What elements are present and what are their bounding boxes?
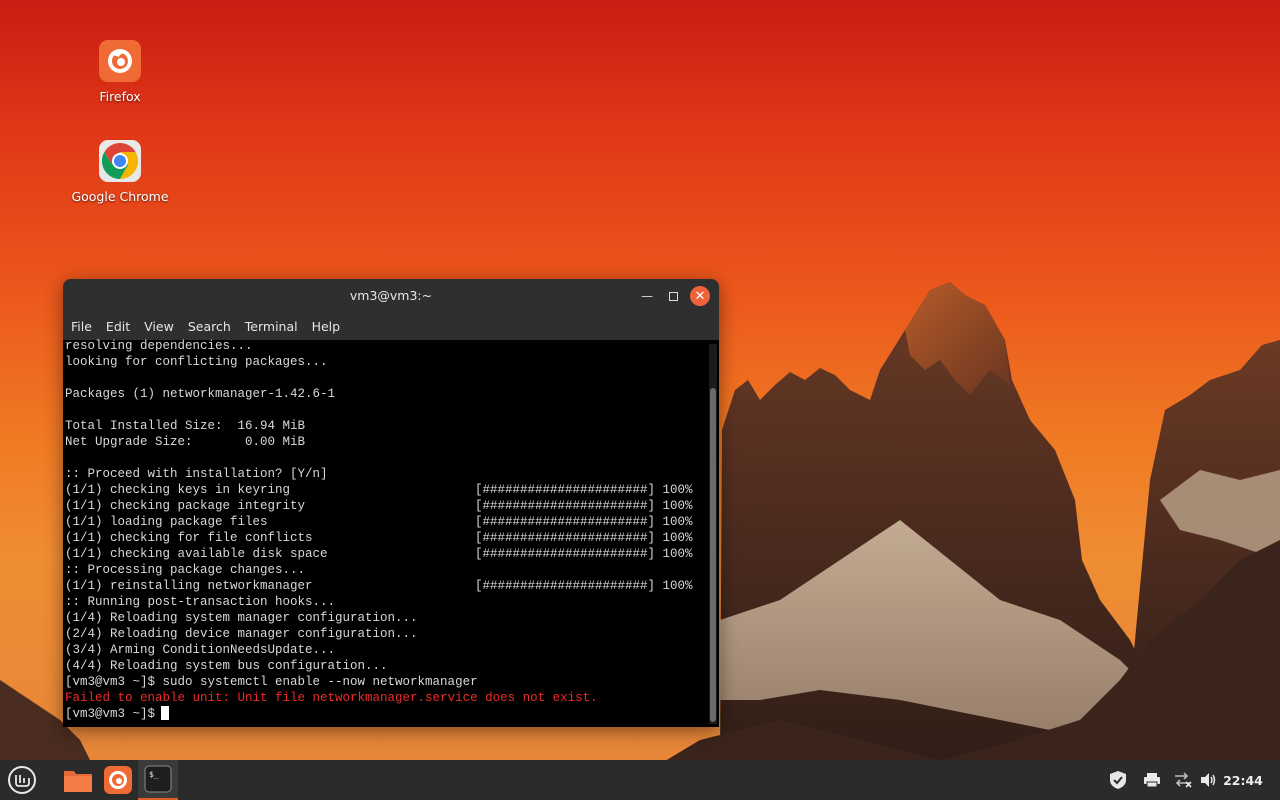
terminal-line-text: (1/1) checking keys in keyring	[65, 483, 291, 497]
terminal-progress-bar: [######################] 100%	[475, 483, 693, 497]
terminal-line-text: Total Installed Size: 16.94 MiB	[65, 419, 306, 433]
terminal-line-text: looking for conflicting packages...	[65, 355, 328, 369]
terminal-line	[65, 370, 705, 386]
close-button[interactable]: ✕	[690, 286, 710, 306]
terminal-line: (4/4) Reloading system bus configuration…	[65, 658, 705, 674]
terminal-icon: $_	[144, 765, 172, 793]
terminal-line-text: (1/1) reinstalling networkmanager	[65, 579, 313, 593]
terminal-line: resolving dependencies...	[65, 338, 705, 354]
terminal-prompt-line[interactable]: [vm3@vm3 ~]$	[65, 706, 705, 722]
folder-icon	[64, 771, 92, 792]
terminal-progress-bar: [######################] 100%	[475, 579, 693, 593]
shield-icon	[1110, 771, 1126, 789]
desktop-icon-firefox[interactable]: Firefox	[65, 40, 175, 104]
update-manager-tray[interactable]	[1106, 760, 1130, 800]
terminal-line: (1/1) checking package integrity [#######…	[65, 498, 705, 514]
menu-help[interactable]: Help	[312, 319, 355, 334]
maximize-icon	[668, 291, 678, 301]
terminal-progress-bar: [######################] 100%	[475, 499, 693, 513]
network-tray[interactable]	[1170, 760, 1194, 800]
terminal-line: Net Upgrade Size: 0.00 MiB	[65, 434, 705, 450]
scrollbar-thumb[interactable]	[710, 388, 716, 722]
terminal-line: [vm3@vm3 ~]$ sudo systemctl enable --now…	[65, 674, 705, 690]
menu-terminal[interactable]: Terminal	[245, 319, 312, 334]
maximize-button[interactable]	[663, 286, 683, 306]
desktop-icon-label: Google Chrome	[71, 189, 169, 204]
terminal-line: Total Installed Size: 16.94 MiB	[65, 418, 705, 434]
volume-icon	[1201, 773, 1216, 787]
terminal-line-text: Net Upgrade Size: 0.00 MiB	[65, 435, 306, 449]
terminal-line-text	[65, 402, 475, 418]
menu-view[interactable]: View	[144, 319, 188, 334]
menu-edit[interactable]: Edit	[106, 319, 144, 334]
taskbar-files-launcher[interactable]	[58, 760, 98, 800]
terminal-line-text: (1/1) checking package integrity	[65, 499, 306, 513]
menu-search[interactable]: Search	[188, 319, 245, 334]
terminal-text: resolving dependencies... looking for con…	[65, 338, 705, 722]
chrome-icon	[99, 140, 141, 182]
terminal-line: looking for conflicting packages...	[65, 354, 705, 370]
terminal-line: (1/1) checking keys in keyring [#########…	[65, 482, 705, 498]
desktop-icon-label: Firefox	[99, 89, 141, 104]
terminal-error-line: Failed to enable unit: Unit file network…	[65, 691, 598, 705]
menu-file[interactable]: File	[71, 319, 106, 334]
volume-tray[interactable]	[1198, 760, 1220, 800]
terminal-line-text: (1/1) checking available disk space	[65, 547, 328, 561]
terminal-window: vm3@vm3:~ — ✕ File Edit View Search Term…	[63, 279, 719, 727]
printer-tray[interactable]	[1140, 760, 1164, 800]
terminal-line: (2/4) Reloading device manager configura…	[65, 626, 705, 642]
taskbar-terminal-launcher[interactable]: $_	[138, 760, 178, 800]
terminal-line-text: [vm3@vm3 ~]$ sudo systemctl enable --now…	[65, 675, 478, 689]
terminal-line-text: (4/4) Reloading system bus configuration…	[65, 659, 388, 673]
terminal-line	[65, 450, 705, 466]
mint-menu-icon	[8, 766, 36, 794]
terminal-line-text: (1/4) Reloading system manager configura…	[65, 611, 418, 625]
terminal-line: Packages (1) networkmanager-1.42.6-1	[65, 386, 705, 402]
window-title: vm3@vm3:~	[349, 288, 433, 303]
firefox-icon	[99, 40, 141, 82]
svg-text:$_: $_	[149, 770, 159, 779]
terminal-line: (1/1) checking for file conflicts [######…	[65, 530, 705, 546]
terminal-line	[65, 402, 705, 418]
terminal-progress-bar: [######################] 100%	[475, 531, 693, 545]
terminal-line: (1/4) Reloading system manager configura…	[65, 610, 705, 626]
window-titlebar[interactable]: vm3@vm3:~ — ✕	[63, 279, 719, 312]
minimize-button[interactable]: —	[637, 286, 657, 306]
terminal-line: :: Processing package changes...	[65, 562, 705, 578]
terminal-line-text: (3/4) Arming ConditionNeedsUpdate...	[65, 643, 336, 657]
terminal-line-text: resolving dependencies...	[65, 339, 253, 353]
clock[interactable]: 22:44	[1222, 760, 1264, 800]
terminal-cursor	[161, 706, 170, 720]
terminal-prompt: [vm3@vm3 ~]$	[65, 707, 156, 721]
terminal-line: (1/1) reinstalling networkmanager [######…	[65, 578, 705, 594]
taskbar: $_ 22:44	[0, 760, 1280, 800]
scrollbar[interactable]	[709, 344, 717, 724]
minimize-icon: —	[641, 289, 653, 303]
terminal-line-text: :: Processing package changes...	[65, 563, 306, 577]
close-icon: ✕	[694, 288, 706, 304]
terminal-output[interactable]: resolving dependencies... looking for con…	[63, 338, 719, 727]
terminal-line: (1/1) checking available disk space [####…	[65, 546, 705, 562]
terminal-line-text: (1/1) loading package files	[65, 515, 268, 529]
menu-bar: File Edit View Search Terminal Help	[63, 312, 719, 340]
terminal-line: (3/4) Arming ConditionNeedsUpdate...	[65, 642, 705, 658]
terminal-line-text	[65, 450, 475, 466]
terminal-line-text: (2/4) Reloading device manager configura…	[65, 627, 418, 641]
printer-icon	[1144, 773, 1160, 788]
terminal-progress-bar: [######################] 100%	[475, 515, 693, 529]
terminal-progress-bar: [######################] 100%	[475, 547, 693, 561]
desktop-icon-chrome[interactable]: Google Chrome	[65, 140, 175, 204]
terminal-line-text	[65, 370, 475, 386]
terminal-line-text: :: Proceed with installation? [Y/n]	[65, 467, 328, 481]
terminal-line: :: Proceed with installation? [Y/n]	[65, 466, 705, 482]
firefox-icon	[104, 766, 132, 794]
mint-menu-button[interactable]	[0, 760, 44, 800]
network-icon	[1175, 772, 1192, 788]
terminal-line-text: :: Running post-transaction hooks...	[65, 595, 336, 609]
taskbar-firefox-launcher[interactable]	[98, 760, 138, 800]
terminal-line-text: Packages (1) networkmanager-1.42.6-1	[65, 387, 336, 401]
terminal-line-text: (1/1) checking for file conflicts	[65, 531, 313, 545]
terminal-line: :: Running post-transaction hooks...	[65, 594, 705, 610]
terminal-line: (1/1) loading package files [############…	[65, 514, 705, 530]
